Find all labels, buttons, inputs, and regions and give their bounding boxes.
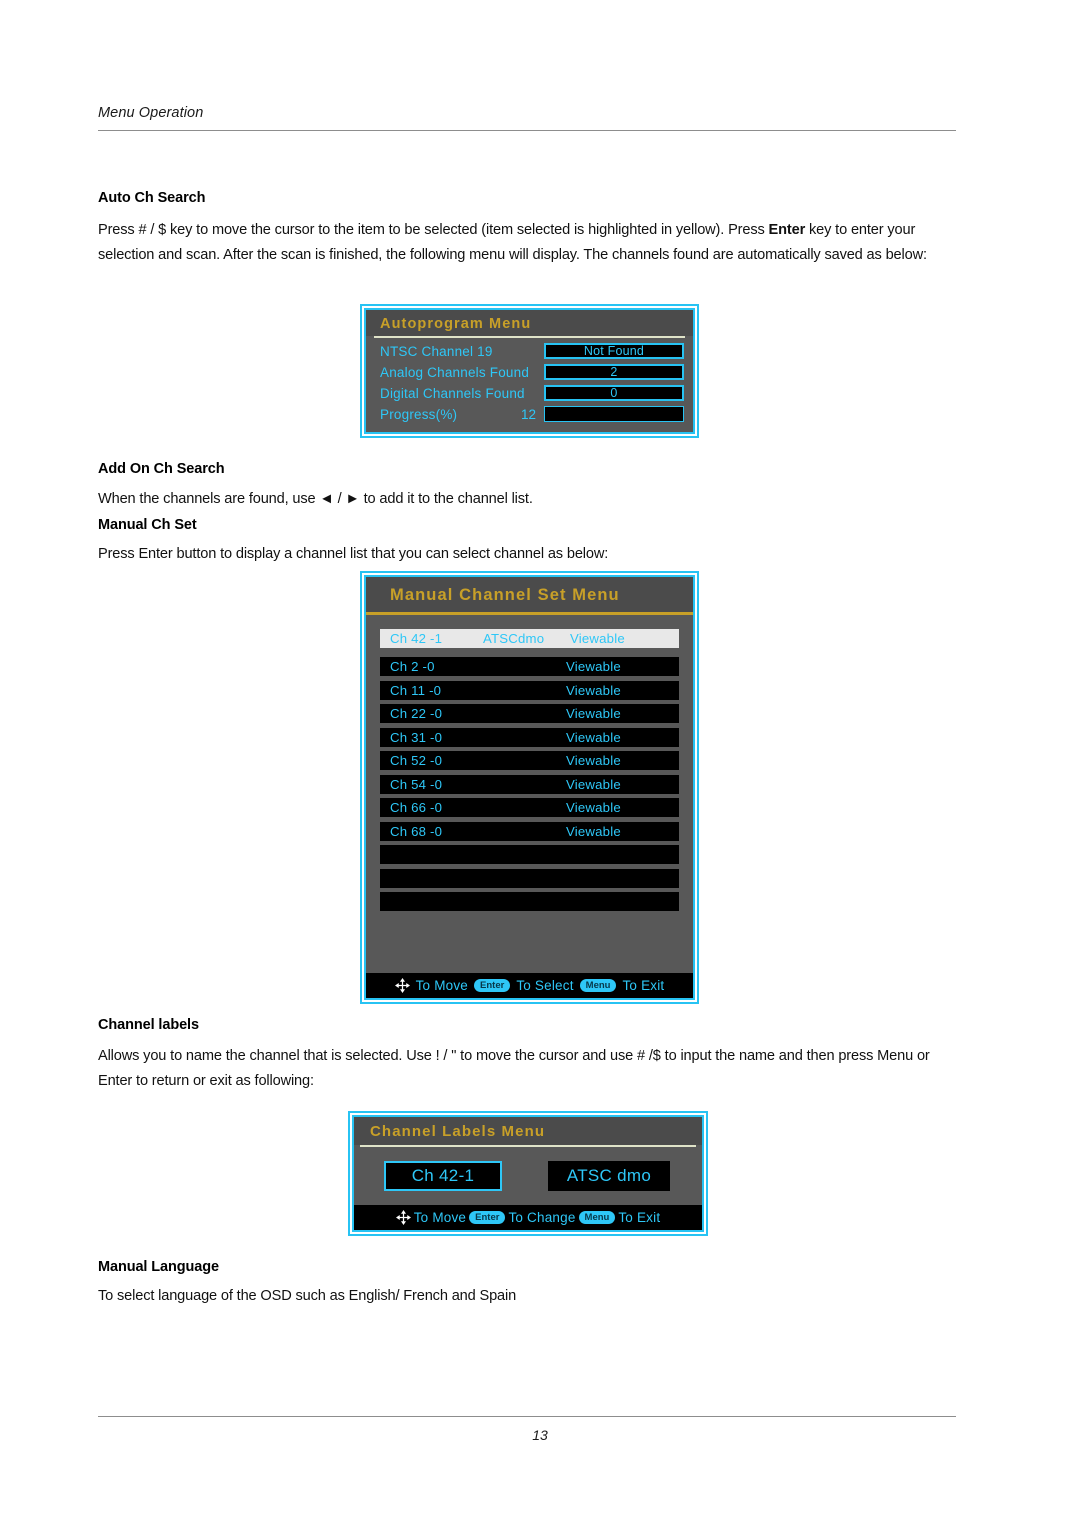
- channel-number: Ch 31 -0: [390, 729, 443, 745]
- menu-key-badge[interactable]: Menu: [579, 978, 617, 993]
- autoprogram-menu-body: Autoprogram Menu NTSC Channel 19 Not Fou…: [364, 308, 695, 434]
- autoprogram-row-digital-channels-found[interactable]: Digital Channels Found 0: [366, 383, 693, 403]
- channel-status: Viewable: [566, 776, 621, 792]
- channel-status: Viewable: [566, 800, 621, 815]
- progress-bar: [544, 406, 684, 422]
- manual-channel-set-menu: Manual Channel Set Menu Ch 42 -1 ATSCdmo V…: [357, 568, 702, 1007]
- channel-labels-menu-outer-frame: Channel Labels Menu Ch 42-1 ATSC dmo To …: [348, 1111, 708, 1236]
- heading-channel-labels: Channel labels: [98, 1017, 199, 1033]
- enter-key-badge[interactable]: Enter: [469, 1210, 506, 1225]
- footer-exit-label: To Exit: [622, 978, 665, 993]
- autoprogram-row-value: Not Found: [544, 343, 684, 359]
- autoprogram-row-label: NTSC Channel 19: [380, 343, 493, 359]
- channel-status: Viewable: [566, 706, 621, 721]
- autoprogram-row-progress: Progress(%) 12: [366, 404, 693, 424]
- channel-list-row[interactable]: [380, 892, 679, 911]
- autoprogram-row-analog-channels-found[interactable]: Analog Channels Found 2: [366, 362, 693, 382]
- paragraph-auto-ch-search-part1: Press # / $ key to move the cursor to th…: [98, 222, 769, 238]
- channel-labels-fields-row: Ch 42-1 ATSC dmo: [354, 1147, 702, 1205]
- autoprogram-row-value: 2: [544, 364, 684, 380]
- paragraph-add-on-ch-search: When the channels are found, use ◄ / ► t…: [98, 491, 533, 507]
- channel-number: Ch 66 -0: [390, 800, 443, 815]
- channel-list-row[interactable]: Ch 2 -0 Viewable: [380, 657, 679, 676]
- autoprogram-row-value: 0: [544, 385, 684, 401]
- autoprogram-menu: Autoprogram Menu NTSC Channel 19 Not Fou…: [357, 301, 702, 441]
- channel-number: Ch 68 -0: [390, 823, 443, 839]
- manual-channel-set-menu-title: Manual Channel Set Menu: [366, 577, 693, 612]
- channel-status: Viewable: [566, 659, 621, 674]
- paragraph-manual-ch-set: Press Enter button to display a channel …: [98, 546, 609, 562]
- channel-number: Ch 2 -0: [390, 659, 435, 674]
- footer-move-label: To Move: [413, 1210, 467, 1225]
- channel-labels-menu-title: Channel Labels Menu: [354, 1117, 702, 1145]
- channel-list-row[interactable]: [380, 845, 679, 864]
- channel-list-empty-space: [366, 916, 693, 974]
- manual-channel-set-menu-outer-frame: Manual Channel Set Menu Ch 42 -1 ATSCdmo V…: [360, 571, 699, 1004]
- channel-list-row[interactable]: [380, 868, 679, 888]
- paragraph-manual-language: To select language of the OSD such as En…: [98, 1288, 517, 1304]
- enter-key-badge[interactable]: Enter: [474, 978, 511, 993]
- footer-exit-label: To Exit: [618, 1210, 661, 1225]
- page-footer-rule: [98, 1416, 956, 1417]
- channel-number: Ch 11 -0: [390, 682, 442, 698]
- running-head: Menu Operation: [98, 104, 956, 131]
- channel-list-row[interactable]: Ch 22 -0 Viewable: [380, 704, 679, 723]
- channel-status: Viewable: [566, 729, 621, 745]
- channel-labels-footer-hints: To Move Enter To Change Menu To Exit: [354, 1205, 702, 1230]
- heading-manual-language: Manual Language: [98, 1259, 219, 1275]
- autoprogram-row-label: Analog Channels Found: [380, 364, 530, 380]
- channel-list-row[interactable]: Ch 52 -0 Viewable: [380, 751, 679, 770]
- channel-number: Ch 22 -0: [390, 706, 443, 721]
- running-head-text: Menu Operation: [98, 105, 204, 121]
- menu-key-badge[interactable]: Menu: [578, 1210, 616, 1225]
- page-number: 13: [532, 1427, 548, 1443]
- autoprogram-row-ntsc-channel[interactable]: NTSC Channel 19 Not Found: [366, 341, 693, 361]
- manual-channel-set-footer-hints: To Move Enter To Select Menu To Exit: [366, 973, 693, 998]
- autoprogram-menu-outer-frame: Autoprogram Menu NTSC Channel 19 Not Fou…: [360, 304, 699, 438]
- autoprogram-progress-group: 12: [521, 406, 684, 422]
- footer-select-label: To Select: [516, 978, 574, 993]
- autoprogram-menu-title-rule: [374, 336, 685, 338]
- paragraph-channel-labels: Allows you to name the channel that is s…: [98, 1048, 930, 1089]
- autoprogram-progress-label: Progress(%): [380, 406, 458, 422]
- footer-move-label: To Move: [415, 978, 469, 993]
- heading-add-on-ch-search: Add On Ch Search: [98, 461, 225, 477]
- manual-page: Menu Operation Auto Ch Search Press # / …: [0, 0, 1080, 1529]
- channel-list-row[interactable]: Ch 11 -0 Viewable: [380, 680, 679, 700]
- channel-number: Ch 52 -0: [390, 753, 443, 768]
- channel-labels-menu: Channel Labels Menu Ch 42-1 ATSC dmo To …: [345, 1108, 711, 1239]
- channel-name-field[interactable]: ATSC dmo: [548, 1161, 670, 1191]
- channel-number: Ch 54 -0: [390, 776, 443, 792]
- manual-channel-set-menu-body: Manual Channel Set Menu Ch 42 -1 ATSCdmo V…: [364, 575, 695, 1000]
- dpad-icon: [395, 1210, 411, 1225]
- channel-list-row[interactable]: Ch 68 -0 Viewable: [380, 821, 679, 841]
- channel-status: Viewable: [566, 823, 621, 839]
- channel-list: Ch 42 -1 ATSCdmo Viewable Ch 2 -0 Viewable Ch…: [366, 615, 693, 916]
- autoprogram-progress-value: 12: [520, 406, 536, 422]
- dpad-icon: [394, 978, 410, 993]
- channel-list-row[interactable]: Ch 31 -0 Viewable: [380, 727, 679, 747]
- channel-number-field[interactable]: Ch 42-1: [384, 1161, 502, 1191]
- running-head-rule: [98, 130, 956, 131]
- paragraph-auto-ch-search: Press # / $ key to move the cursor to th…: [98, 218, 958, 267]
- channel-name: ATSCdmo: [483, 631, 545, 646]
- channel-status: Viewable: [566, 682, 621, 698]
- channel-number: Ch 42 -1: [390, 631, 443, 646]
- autoprogram-menu-title: Autoprogram Menu: [366, 310, 693, 336]
- heading-manual-ch-set: Manual Ch Set: [98, 517, 197, 533]
- heading-auto-ch-search: Auto Ch Search: [98, 190, 206, 206]
- paragraph-auto-ch-search-enter-bold: Enter: [768, 222, 806, 238]
- channel-list-row[interactable]: Ch 54 -0 Viewable: [380, 774, 679, 794]
- channel-labels-menu-body: Channel Labels Menu Ch 42-1 ATSC dmo To …: [352, 1115, 704, 1232]
- footer-change-label: To Change: [508, 1210, 576, 1225]
- channel-list-row[interactable]: Ch 42 -1 ATSCdmo Viewable: [380, 629, 679, 648]
- channel-status: Viewable: [570, 631, 625, 646]
- channel-list-row[interactable]: Ch 66 -0 Viewable: [380, 798, 679, 817]
- channel-status: Viewable: [566, 753, 621, 768]
- autoprogram-row-label: Digital Channels Found: [380, 385, 525, 401]
